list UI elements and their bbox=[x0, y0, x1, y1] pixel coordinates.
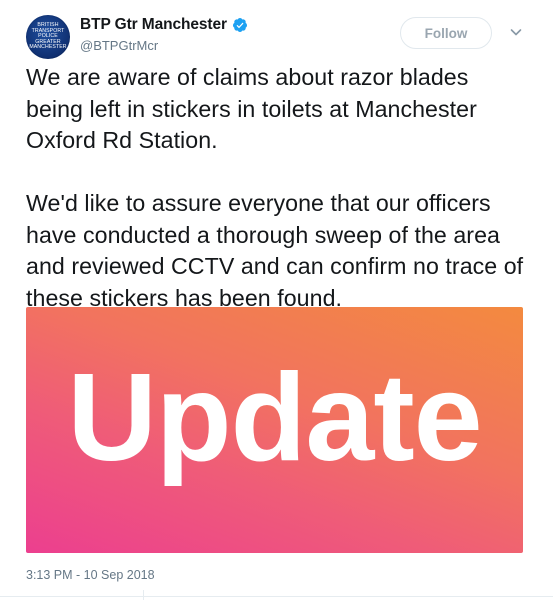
account-handle: @BTPGtrMcr bbox=[80, 38, 159, 53]
tweet-paragraph-1: We are aware of claims about razor blade… bbox=[26, 64, 477, 153]
name-row: BTP Gtr Manchester bbox=[80, 16, 248, 34]
display-name[interactable]: BTP Gtr Manchester bbox=[80, 16, 227, 34]
tweet-paragraph-2: We'd like to assure everyone that our of… bbox=[26, 190, 524, 311]
chevron-down-icon[interactable] bbox=[508, 24, 524, 40]
divider-tick bbox=[143, 590, 144, 600]
follow-button[interactable]: Follow bbox=[400, 17, 492, 49]
tweet-header: BRITISH TRANSPORT POLICE GREATER MANCHES… bbox=[26, 12, 536, 62]
divider bbox=[0, 596, 553, 597]
account-info[interactable]: BTP Gtr Manchester @BTPGtrMcr bbox=[80, 16, 248, 53]
avatar[interactable]: BRITISH TRANSPORT POLICE GREATER MANCHES… bbox=[26, 15, 70, 59]
tweet-timestamp[interactable]: 3:13 PM - 10 Sep 2018 bbox=[26, 568, 155, 582]
avatar-ring bbox=[26, 15, 70, 59]
media-update-text: Update bbox=[67, 349, 482, 487]
tweet-text: We are aware of claims about razor blade… bbox=[26, 62, 531, 314]
tweet-card: BRITISH TRANSPORT POLICE GREATER MANCHES… bbox=[0, 0, 553, 600]
tweet-media-image[interactable]: Update bbox=[26, 307, 523, 553]
verified-badge-icon bbox=[232, 18, 247, 32]
